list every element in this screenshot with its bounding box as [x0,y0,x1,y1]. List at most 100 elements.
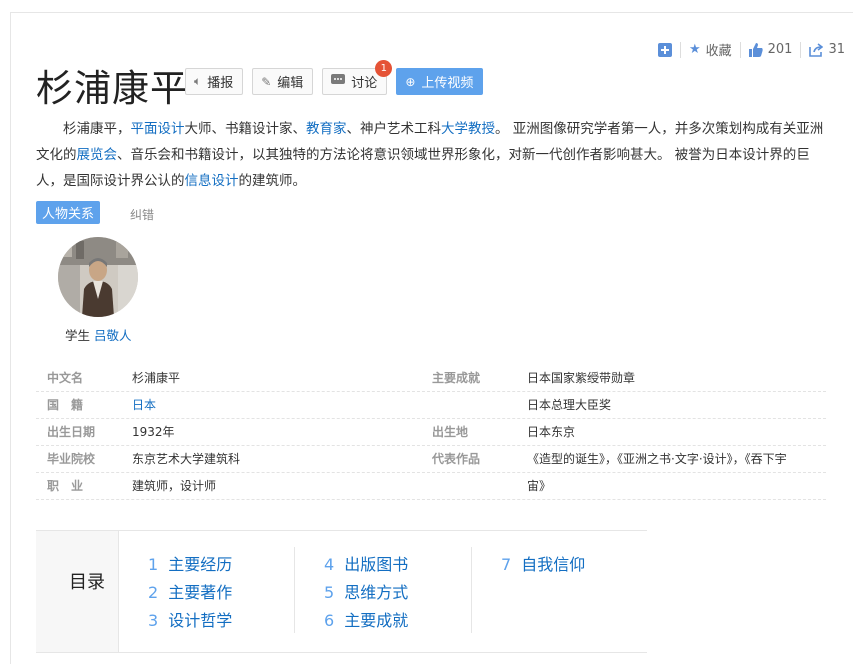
collect-label: 收藏 [705,44,732,59]
link-educator[interactable]: 教育家 [306,121,347,137]
toc-label: 出版图书 [344,555,409,574]
info-row: 职 业 建筑师，设计师 宙》 [36,473,826,500]
summary-text: 、神户艺术工科 [346,121,442,137]
star-icon: ★ [688,42,701,57]
chat-icon [331,74,346,89]
edit-button[interactable]: ✎ 编辑 [252,68,314,95]
info-key: 中文名 [47,371,84,385]
share-icon [809,42,824,57]
top-actions: ★ 收藏 201 31 [650,40,853,59]
relation-role: 学生 [65,328,91,343]
toc-item[interactable]: 7 自我信仰 [501,551,585,579]
info-value: 日本 [132,392,432,418]
basic-info-table: 中文名 杉浦康平 主要成就 日本国家紫绶带勋章 国 籍 日本 日本总理大臣奖 出… [36,365,826,500]
toc-header: 目录 [36,531,119,652]
info-key: 主要成就 [432,371,481,385]
info-row: 出生日期 1932年 出生地 日本东京 [36,419,826,446]
toc-num: 3 [148,611,159,630]
speaker-icon: 🔈︎ [194,74,202,88]
info-key: 毕业院校 [47,452,96,466]
info-key: 代表作品 [432,452,481,466]
toc-item[interactable]: 3 设计哲学 [148,607,232,635]
relation-name-link[interactable]: 吕敬人 [94,328,132,343]
page-title: 杉浦康平 [36,67,188,110]
info-value: 建筑师，设计师 [132,479,217,493]
toc-column: 1 主要经历 2 主要著作 3 设计哲学 [148,551,232,635]
info-row: 中文名 杉浦康平 主要成就 日本国家紫绶带勋章 [36,365,826,392]
link-information-design[interactable]: 信息设计 [185,173,239,189]
summary-paragraph: 杉浦康平，平面设计大师、书籍设计家、教育家、神户艺术工科大学教授。 亚洲图像研究… [36,116,828,194]
summary-text: 的建筑师。 [238,173,307,189]
like-count: 201 [767,42,793,57]
toc-num: 4 [324,555,335,574]
summary-text: 大师、书籍设计家、 [184,121,307,137]
toc-label: 主要经历 [168,555,233,574]
info-value: 《造型的诞生》，《亚洲之书·文字·设计》，《吞下宇 [527,452,787,466]
info-key: 出生日期 [47,425,96,439]
discuss-label: 讨论 [351,76,378,91]
plus-circle-icon: ⊕ [405,74,416,89]
info-key [432,392,527,418]
toc-divider [471,547,472,633]
report-button[interactable]: 🔈︎ 播报 [185,68,244,95]
toc-item[interactable]: 2 主要著作 [148,579,232,607]
toc-label: 主要成就 [344,611,409,630]
edit-label: 编辑 [277,76,304,91]
toc-label: 主要著作 [168,583,233,602]
toc-num: 6 [324,611,335,630]
correct-link[interactable]: 纠错 [130,206,154,223]
info-value: 日本总理大臣奖 [527,398,612,412]
collect-button[interactable]: ★ 收藏 [681,40,740,59]
toc-label: 自我信仰 [521,555,586,574]
toc-label: 思维方式 [344,583,409,602]
info-key: 国 籍 [47,398,84,412]
upload-video-button[interactable]: ⊕ 上传视频 [396,68,484,95]
toc-column: 7 自我信仰 [501,551,585,579]
toc-title: 目录 [69,572,105,593]
avatar[interactable] [58,237,138,317]
add-button[interactable] [650,42,680,57]
info-key: 职 业 [47,479,84,493]
share-count: 31 [828,42,845,57]
toc-num: 7 [501,555,512,574]
toc-item[interactable]: 5 思维方式 [324,579,408,607]
link-professor[interactable]: 大学教授 [441,121,495,137]
info-key [432,473,527,499]
info-value: 杉浦康平 [132,371,181,385]
relations-tab[interactable]: 人物关系 [36,201,101,224]
upload-label: 上传视频 [421,76,474,91]
info-value: 日本东京 [527,425,576,439]
info-row: 毕业院校 东京艺术大学建筑科 代表作品 《造型的诞生》，《亚洲之书·文字·设计》… [36,446,826,473]
info-row: 国 籍 日本 日本总理大臣奖 [36,392,826,419]
toc-num: 5 [324,583,335,602]
thumbs-up-icon [748,42,763,57]
link-exhibition[interactable]: 展览会 [77,147,118,163]
plus-square-icon [657,42,672,57]
toc-num: 1 [148,555,159,574]
toc-item[interactable]: 1 主要经历 [148,551,232,579]
like-button[interactable]: 201 [741,42,801,57]
toc-label: 设计哲学 [168,611,233,630]
toc-item[interactable]: 4 出版图书 [324,551,408,579]
info-value: 日本国家紫绶带勋章 [527,371,636,385]
pencil-icon: ✎ [261,74,272,89]
info-value: 宙》 [527,479,552,493]
toc-divider [294,547,295,633]
toc-item[interactable]: 6 主要成就 [324,607,408,635]
table-of-contents: 目录 1 主要经历 2 主要著作 3 设计哲学 4 出版图书 5 思维方式 6 主要成就 7… [36,530,647,653]
summary-text: 、音乐会和书籍设计，以其独特的方法论将意识领域世界形象化，对新一代创作者影响甚大… [36,147,810,189]
info-value: 东京艺术大学建筑科 [132,452,241,466]
title-buttons: 🔈︎ 播报 ✎ 编辑 讨论 1 ⊕ 上传视频 [185,60,492,95]
link-graphic-design[interactable]: 平面设计 [131,121,185,137]
toc-column: 4 出版图书 5 思维方式 6 主要成就 [324,551,408,635]
discuss-badge: 1 [375,60,393,77]
info-value: 1932年 [132,425,175,439]
share-button[interactable]: 31 [801,42,853,57]
info-key: 出生地 [432,425,469,439]
discuss-button[interactable]: 讨论 1 [322,60,393,95]
nationality-link[interactable]: 日本 [132,398,156,412]
report-label: 播报 [207,76,234,91]
relation-person: 学生 吕敬人 [65,325,132,344]
summary-text: 杉浦康平， [63,121,131,137]
toc-num: 2 [148,583,159,602]
